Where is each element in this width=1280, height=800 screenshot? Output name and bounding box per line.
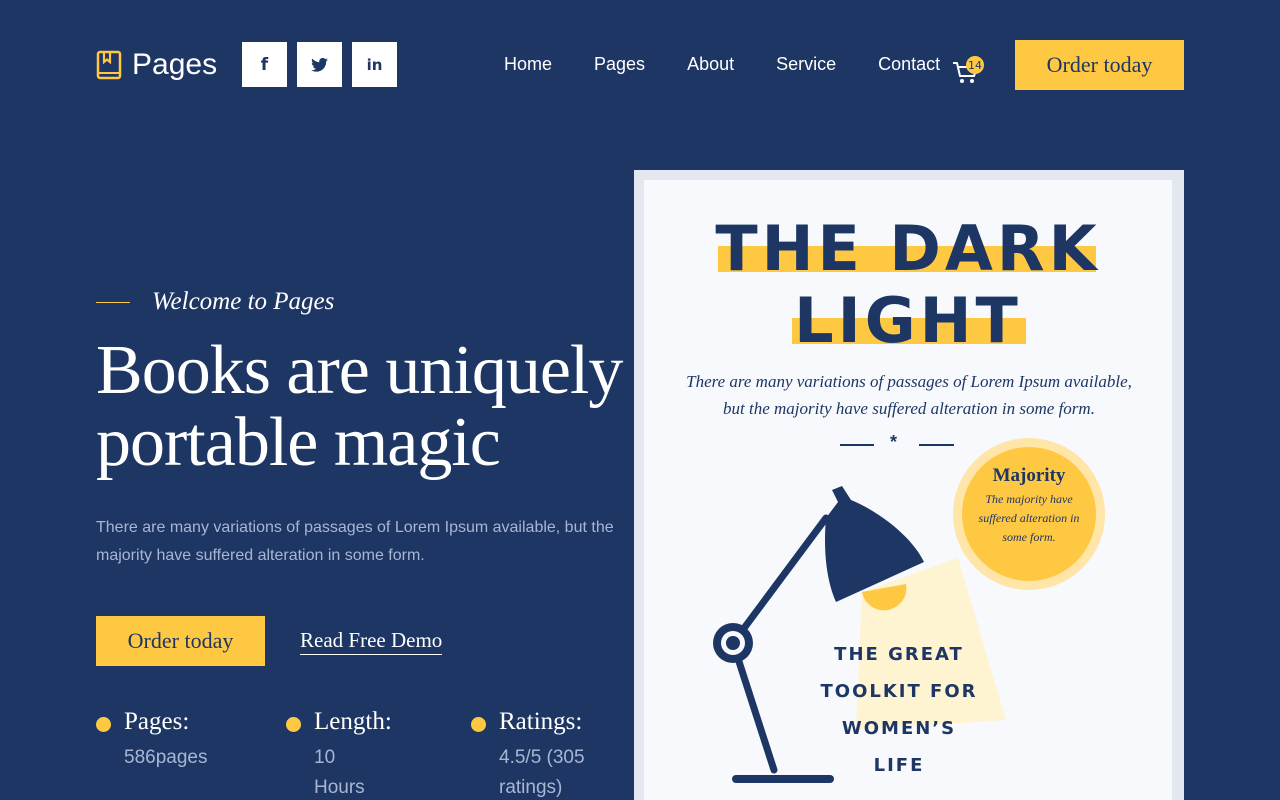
nav-contact[interactable]: Contact [878,54,940,75]
divider-star: * [890,432,898,452]
nav-home[interactable]: Home [504,54,552,75]
stat-value: 4.5/5 (305 ratings) [499,747,585,798]
stat-label: Pages: [124,708,190,735]
order-today-button[interactable]: Order today [96,616,265,666]
hero-title: Books are uniquely portable magic [96,335,636,479]
hero-title-line2: portable magic [96,404,501,481]
main-nav: Home Pages About Service Contact [504,54,982,75]
book-subtitle-line: THE GREAT [834,644,964,665]
stat-label: Length: [314,708,392,735]
book-subtitle-line: WOMEN’S [841,718,957,739]
book-subtitle-line: LIFE [873,755,925,776]
book-title-line1: THE DARK [715,212,1101,285]
order-today-header-button[interactable]: Order today [1015,40,1184,90]
book-subtitle-line: TOOLKIT FOR [820,681,978,702]
cart-count-badge: 14 [966,56,984,74]
book-title-line2: LIGHT [794,284,1022,357]
logo-text: Pages [132,48,218,81]
book-cover-frame: THE DARK LIGHT There are many variations… [634,170,1184,800]
logo[interactable]: Pages [96,48,217,82]
nav-service[interactable]: Service [776,54,836,75]
bullet-dot [471,717,486,732]
eyebrow-text: Welcome to Pages [152,288,335,315]
eyebrow: Welcome to Pages [96,288,334,316]
linkedin-icon[interactable]: in [352,42,397,87]
stat-value: 10 Hours [314,747,365,798]
bullet-dot [286,717,301,732]
book-cover: THE DARK LIGHT There are many variations… [644,180,1172,800]
book-icon [96,50,122,80]
divider-line [919,444,954,446]
bullet-dot [96,717,111,732]
twitter-icon[interactable] [297,42,342,87]
stat-label: Ratings: [499,708,583,735]
stat-value: 586pages [124,747,208,768]
hero-title-line1: Books are uniquely [96,332,623,409]
book-subtitle: THE GREAT TOOLKIT FOR WOMEN’S LIFE [794,636,1004,784]
nav-pages[interactable]: Pages [594,54,645,75]
read-free-demo-link[interactable]: Read Free Demo [300,628,443,655]
hero-description: There are many variations of passages of… [96,519,614,564]
nav-about[interactable]: About [687,54,734,75]
facebook-icon[interactable]: f [242,42,287,87]
book-description: There are many variations of passages of… [686,372,1132,418]
social-links: f in [242,42,397,87]
eyebrow-line [96,301,130,303]
divider-line [840,444,874,446]
